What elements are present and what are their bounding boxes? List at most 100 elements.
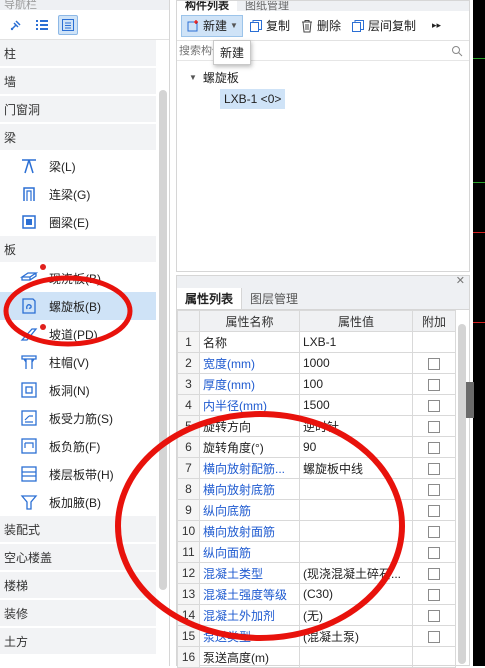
category-zhuangxiu[interactable]: 装修 xyxy=(0,600,156,628)
property-value[interactable]: 1500 xyxy=(299,394,413,416)
category-zhuangpei[interactable]: 装配式 xyxy=(0,516,156,544)
attach-checkbox[interactable] xyxy=(428,609,440,622)
more-icon[interactable]: ▸▸ xyxy=(428,15,445,37)
property-value[interactable]: (无) xyxy=(299,604,413,626)
table-row[interactable]: 15 泵送类型 (混凝土泵) xyxy=(177,625,456,647)
property-value[interactable]: 1000 xyxy=(299,352,413,374)
row-index: 10 xyxy=(177,520,200,542)
property-value[interactable]: 90 xyxy=(299,436,413,458)
attach-checkbox[interactable] xyxy=(428,420,440,433)
copy-button[interactable]: 复制 xyxy=(245,15,294,37)
attach-checkbox[interactable] xyxy=(428,504,440,517)
table-row[interactable]: 2 宽度(mm) 1000 xyxy=(177,352,456,374)
table-row[interactable]: 5 旋转方向 逆时针 xyxy=(177,415,456,437)
table-row[interactable]: 6 旋转角度(°) 90 xyxy=(177,436,456,458)
property-value[interactable]: 逆时针 xyxy=(299,415,413,437)
table-row[interactable]: 10 横向放射面筋 xyxy=(177,520,456,542)
attach-checkbox[interactable] xyxy=(428,588,440,601)
table-row[interactable]: 1 名称 LXB-1 xyxy=(177,331,456,353)
property-scrollbar[interactable] xyxy=(458,324,466,664)
nav-item-lianliang[interactable]: 连梁(G) xyxy=(0,180,156,208)
attach-checkbox[interactable] xyxy=(428,441,440,454)
table-row[interactable]: 16 泵送高度(m) xyxy=(177,646,456,668)
delete-button[interactable]: 删除 xyxy=(296,15,345,37)
attach-checkbox[interactable] xyxy=(428,357,440,370)
table-row[interactable]: 11 纵向面筋 xyxy=(177,541,456,563)
property-name: 横向放射配筋... xyxy=(199,457,300,479)
property-value[interactable] xyxy=(299,499,413,521)
property-value[interactable]: (混凝土泵) xyxy=(299,625,413,647)
nav-item-banjiaye[interactable]: 板加腋(B) xyxy=(0,488,156,516)
category-zhu[interactable]: 柱 xyxy=(0,40,156,68)
property-value[interactable] xyxy=(299,541,413,563)
property-name: 泵送高度(m) xyxy=(199,646,300,668)
nav-item-bandong[interactable]: 板洞(N) xyxy=(0,376,156,404)
table-row[interactable]: 13 混凝土强度等级 (C30) xyxy=(177,583,456,605)
nav-item-luoxuanban[interactable]: 螺旋板(B) xyxy=(0,292,156,320)
tab-property-list[interactable]: 属性列表 xyxy=(177,288,243,309)
detail-view-icon[interactable] xyxy=(58,14,78,35)
chevron-down-icon[interactable]: ▼ xyxy=(230,21,238,30)
nav-item-zhumao[interactable]: 柱帽(V) xyxy=(0,348,156,376)
search-icon[interactable] xyxy=(451,45,463,57)
tree-node-spiral-slab[interactable]: ▼ 螺旋板 xyxy=(189,69,239,86)
table-row[interactable]: 14 混凝土外加剂 (无) xyxy=(177,604,456,626)
property-value[interactable] xyxy=(299,646,413,668)
attach-checkbox[interactable] xyxy=(428,546,440,559)
close-icon[interactable]: ✕ xyxy=(456,274,465,287)
table-row[interactable]: 4 内半径(mm) 1500 xyxy=(177,394,456,416)
category-louti[interactable]: 楼梯 xyxy=(0,572,156,600)
nav-item-banfujin[interactable]: 板负筋(F) xyxy=(0,432,156,460)
property-value[interactable]: LXB-1 xyxy=(299,331,413,353)
category-ban[interactable]: 板 xyxy=(0,236,156,264)
property-value[interactable] xyxy=(299,520,413,542)
table-row[interactable]: 8 横向放射底筋 xyxy=(177,478,456,500)
drawing-canvas[interactable] xyxy=(473,0,485,666)
ramp-icon xyxy=(18,323,40,345)
category-tufang[interactable]: 土方 xyxy=(0,628,156,656)
attach-checkbox[interactable] xyxy=(428,525,440,538)
new-button[interactable]: 新建 ▼ xyxy=(181,14,243,37)
attach-checkbox[interactable] xyxy=(428,462,440,475)
property-value[interactable]: 螺旋板中线 xyxy=(299,457,413,479)
tab-layer-manage[interactable]: 图层管理 xyxy=(242,288,306,309)
nav-scrollbar[interactable] xyxy=(159,90,167,590)
nav-item-liang[interactable]: 梁(L) xyxy=(0,152,156,180)
property-value[interactable] xyxy=(299,478,413,500)
attach-cell xyxy=(412,352,456,374)
attach-cell xyxy=(412,373,456,395)
nav-item-label: 圈梁(E) xyxy=(49,215,89,230)
attach-checkbox[interactable] xyxy=(428,399,440,412)
tab-component-list[interactable]: 构件列表 xyxy=(177,1,237,11)
nav-item-podao[interactable]: 坡道(PD) xyxy=(0,320,156,348)
table-row[interactable]: 7 横向放射配筋... 螺旋板中线 xyxy=(177,457,456,479)
property-value[interactable]: 100 xyxy=(299,373,413,395)
attach-checkbox[interactable] xyxy=(428,483,440,496)
list-view-icon[interactable] xyxy=(32,15,52,35)
nav-item-loucengbandai[interactable]: 楼层板带(H) xyxy=(0,460,156,488)
property-value[interactable]: (C30) xyxy=(299,583,413,605)
tab-drawing-manage[interactable]: 图纸管理 xyxy=(237,1,297,11)
table-row[interactable]: 3 厚度(mm) 100 xyxy=(177,373,456,395)
nav-item-banshouliji[interactable]: 板受力筋(S) xyxy=(0,404,156,432)
pin-icon[interactable] xyxy=(6,15,26,35)
category-kongxin[interactable]: 空心楼盖 xyxy=(0,544,156,572)
nav-item-xianjiaoban[interactable]: 现浇板(B) xyxy=(0,264,156,292)
collapse-side-handle[interactable] xyxy=(466,382,474,418)
row-index: 9 xyxy=(177,499,200,521)
floor-copy-button[interactable]: 层间复制 xyxy=(347,15,420,37)
table-row[interactable]: 12 混凝土类型 (现浇混凝土碎石... xyxy=(177,562,456,584)
attach-checkbox[interactable] xyxy=(428,567,440,580)
attach-checkbox[interactable] xyxy=(428,378,440,391)
property-value[interactable]: (现浇混凝土碎石... xyxy=(299,562,413,584)
category-qiang[interactable]: 墙 xyxy=(0,68,156,96)
table-row[interactable]: 9 纵向底筋 xyxy=(177,499,456,521)
tree-node-lxb1[interactable]: LXB-1 <0> xyxy=(220,89,286,109)
nav-item-quanliang[interactable]: 圈梁(E) xyxy=(0,208,156,236)
category-liang[interactable]: 梁 xyxy=(0,124,156,152)
nav-item-label: 板洞(N) xyxy=(49,383,90,398)
canvas-line-red xyxy=(473,232,485,233)
category-menchuang[interactable]: 门窗洞 xyxy=(0,96,156,124)
collapse-triangle-icon[interactable]: ▼ xyxy=(189,73,197,82)
attach-checkbox[interactable] xyxy=(428,630,440,643)
